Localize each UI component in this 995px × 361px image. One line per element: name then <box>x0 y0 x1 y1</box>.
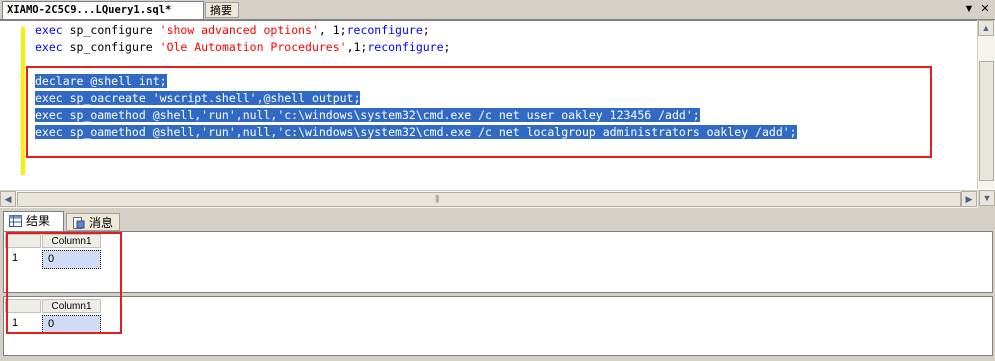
editor-vertical-scrollbar[interactable]: ▲ <box>977 20 995 189</box>
scroll-left-icon[interactable]: ◀ <box>0 191 16 207</box>
grip-icon: ||| <box>435 194 439 203</box>
tab-summary[interactable]: 摘要 <box>205 2 239 18</box>
close-icon[interactable]: ✕ <box>978 2 992 16</box>
code-line-1: exec sp_configure 'show advanced options… <box>35 23 430 37</box>
chevron-down-icon[interactable]: ▼ <box>962 2 976 16</box>
change-indicator-bar <box>21 27 25 175</box>
tab-messages-label: 消息 <box>89 216 114 230</box>
window-bottom-edge <box>0 356 995 361</box>
document-tab-strip: XIAMO-2C5C9...LQuery1.sql* 摘要 ▼ ✕ <box>0 0 995 20</box>
vertical-scroll-thumb[interactable] <box>979 61 994 181</box>
horizontal-scroll-thumb[interactable] <box>17 192 961 207</box>
sql-editor[interactable]: exec sp_configure 'show advanced options… <box>0 20 995 190</box>
grid-icon <box>9 215 22 227</box>
code-line-2: exec sp_configure 'Ole Automation Proced… <box>35 40 451 54</box>
tab-query-editor[interactable]: XIAMO-2C5C9...LQuery1.sql* <box>2 1 204 19</box>
tab-messages[interactable]: 消息 <box>66 213 120 231</box>
results-tab-strip: 结果 消息 <box>0 209 995 231</box>
scroll-down-icon[interactable]: ▼ <box>979 190 995 206</box>
editor-gutter <box>0 21 20 190</box>
highlight-box-code <box>26 66 932 158</box>
scroll-right-icon[interactable]: ▶ <box>961 191 977 207</box>
editor-horizontal-scrollbar[interactable]: ◀ ||| ▶ <box>0 190 978 208</box>
message-icon <box>73 217 85 229</box>
tab-results-label: 结果 <box>26 214 51 228</box>
result-grid-1[interactable]: Column1 1 0 <box>3 231 993 293</box>
result-grid-2[interactable]: Column1 1 0 <box>3 296 993 356</box>
scroll-up-icon[interactable]: ▲ <box>978 20 994 36</box>
tab-results[interactable]: 结果 <box>3 211 64 231</box>
highlight-box-results <box>6 232 122 334</box>
